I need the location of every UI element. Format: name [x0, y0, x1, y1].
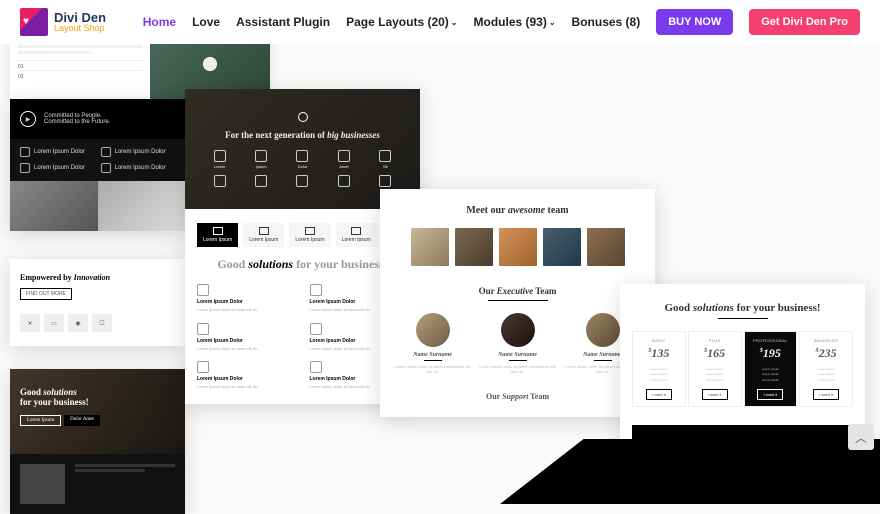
price-column: ADVANCED$235Lorem ipsumLorem ipsumLorem …	[799, 331, 853, 407]
feature-icon	[197, 361, 209, 373]
layout-showcase: 01 02 ▶ Committed to People. Committed t…	[0, 44, 880, 504]
feature-icon	[20, 147, 30, 157]
tab-item[interactable]: Lorem Ipsum	[197, 223, 238, 247]
play-icon	[203, 57, 217, 71]
pricing-heading: Good solutions for your business!	[632, 302, 853, 314]
team-heading: Meet our awesome team	[394, 205, 641, 216]
tagline-2: Committed to the Future.	[44, 119, 110, 125]
support-heading: Our Support Team	[394, 392, 641, 401]
preview-pricing: Good solutions for your business! BASIC$…	[620, 284, 865, 457]
scroll-top-button[interactable]: ︿	[848, 424, 874, 450]
hero-logo-icon	[298, 112, 308, 122]
decorative-wedge	[500, 439, 880, 504]
nav-bonuses[interactable]: Bonuses (8)	[572, 15, 641, 29]
outline-button[interactable]: Lorem Ipsum	[20, 415, 61, 426]
tab-item[interactable]: Lorem Ipsum	[243, 223, 284, 247]
icon-tile: ◉	[68, 314, 88, 332]
grid-icon	[255, 175, 267, 187]
thumb-text	[75, 464, 175, 504]
strip-tab-1: 01	[18, 60, 142, 70]
feature-icon	[310, 361, 322, 373]
section-heading: Empowered by Innovation	[20, 273, 175, 282]
avatar	[455, 228, 493, 266]
icon-tile: ✕	[20, 314, 40, 332]
feature-icon	[310, 284, 322, 296]
preview-overlay: Good solutions for your business! Lorem …	[10, 369, 185, 454]
icon-tile: ☐	[92, 314, 112, 332]
grid-icon	[214, 175, 226, 187]
avatar	[586, 313, 620, 347]
logo-icon	[20, 8, 48, 36]
get-pro-button[interactable]: Get Divi Den Pro	[749, 9, 860, 35]
feature-icon	[101, 163, 111, 173]
feature-icon	[20, 163, 30, 173]
buy-now-button[interactable]: BUY NOW	[656, 9, 733, 35]
grid-icon	[338, 150, 350, 162]
nav-assistant[interactable]: Assistant Plugin	[236, 15, 330, 29]
grid-icon	[338, 175, 350, 187]
nav-love[interactable]: Love	[192, 15, 220, 29]
overlay-heading: Good solutions for your business!	[20, 387, 175, 407]
thumb	[20, 464, 65, 504]
strip-tab-2: 02	[18, 70, 142, 80]
grid-icon	[296, 175, 308, 187]
avatar	[543, 228, 581, 266]
member-name: Name Surname	[479, 352, 556, 358]
solutions-heading: Good solutions for your business!	[197, 257, 408, 272]
play-icon: ▶	[20, 111, 36, 127]
grid-icon	[214, 150, 226, 162]
chevron-down-icon: ⌄	[451, 18, 458, 27]
feature-icon	[197, 284, 209, 296]
feature-icon	[310, 323, 322, 335]
nav-modules[interactable]: Modules (93)⌄	[474, 15, 556, 29]
price-column: PLUS$165Lorem ipsumLorem ipsumLorem ipsu…	[688, 331, 742, 407]
nav-home[interactable]: Home	[143, 15, 176, 29]
preview-dark-header: ▶ Committed to People. Committed to the …	[10, 99, 185, 231]
avatar	[501, 313, 535, 347]
grid-icon	[296, 150, 308, 162]
avatar	[587, 228, 625, 266]
hero-heading: For the next generation of big businesse…	[225, 130, 380, 140]
logo[interactable]: Divi Den Layout Shop	[20, 8, 106, 36]
grid-icon	[379, 150, 391, 162]
icon-tile: ▭	[44, 314, 64, 332]
grid-icon	[255, 150, 267, 162]
tab-item[interactable]: Lorem Ipsum	[289, 223, 330, 247]
feature-icon	[197, 323, 209, 335]
select-plan-button[interactable]: I want it	[702, 389, 728, 400]
preview-gallery-strip	[10, 454, 185, 514]
photo-thumb	[10, 181, 98, 231]
preview-team: Meet our awesome team Our Executive Team…	[380, 189, 655, 417]
nav-layouts[interactable]: Page Layouts (20)⌄	[346, 15, 457, 29]
member-name: Name Surname	[394, 352, 471, 358]
feature-icon	[101, 147, 111, 157]
price-column: BASIC$135Lorem ipsumLorem ipsumLorem ips…	[632, 331, 686, 407]
site-header: Divi Den Layout Shop Home Love Assistant…	[0, 0, 880, 44]
findout-button[interactable]: FIND OUT MORE	[20, 288, 72, 300]
avatar	[416, 313, 450, 347]
footer-bar	[632, 425, 853, 439]
avatar	[499, 228, 537, 266]
logo-subtitle: Layout Shop	[54, 24, 106, 33]
executive-heading: Our Executive Team	[394, 286, 641, 296]
avatar	[411, 228, 449, 266]
solid-button[interactable]: Dolor Amet	[64, 415, 100, 426]
photo-thumb	[98, 181, 186, 231]
chevron-down-icon: ⌄	[549, 18, 556, 27]
preview-innovation: Empowered by Innovation FIND OUT MORE ✕ …	[10, 259, 185, 346]
select-plan-button[interactable]: I want it	[646, 389, 672, 400]
select-plan-button[interactable]: I want it	[757, 389, 783, 400]
primary-nav: Home Love Assistant Plugin Page Layouts …	[143, 9, 860, 35]
tab-item[interactable]: Lorem Ipsum	[336, 223, 377, 247]
select-plan-button[interactable]: I want it	[813, 389, 839, 400]
grid-icon	[379, 175, 391, 187]
price-column-featured: PROFESSIONAL$195Lorem ipsumLorem ipsumLo…	[744, 331, 798, 407]
